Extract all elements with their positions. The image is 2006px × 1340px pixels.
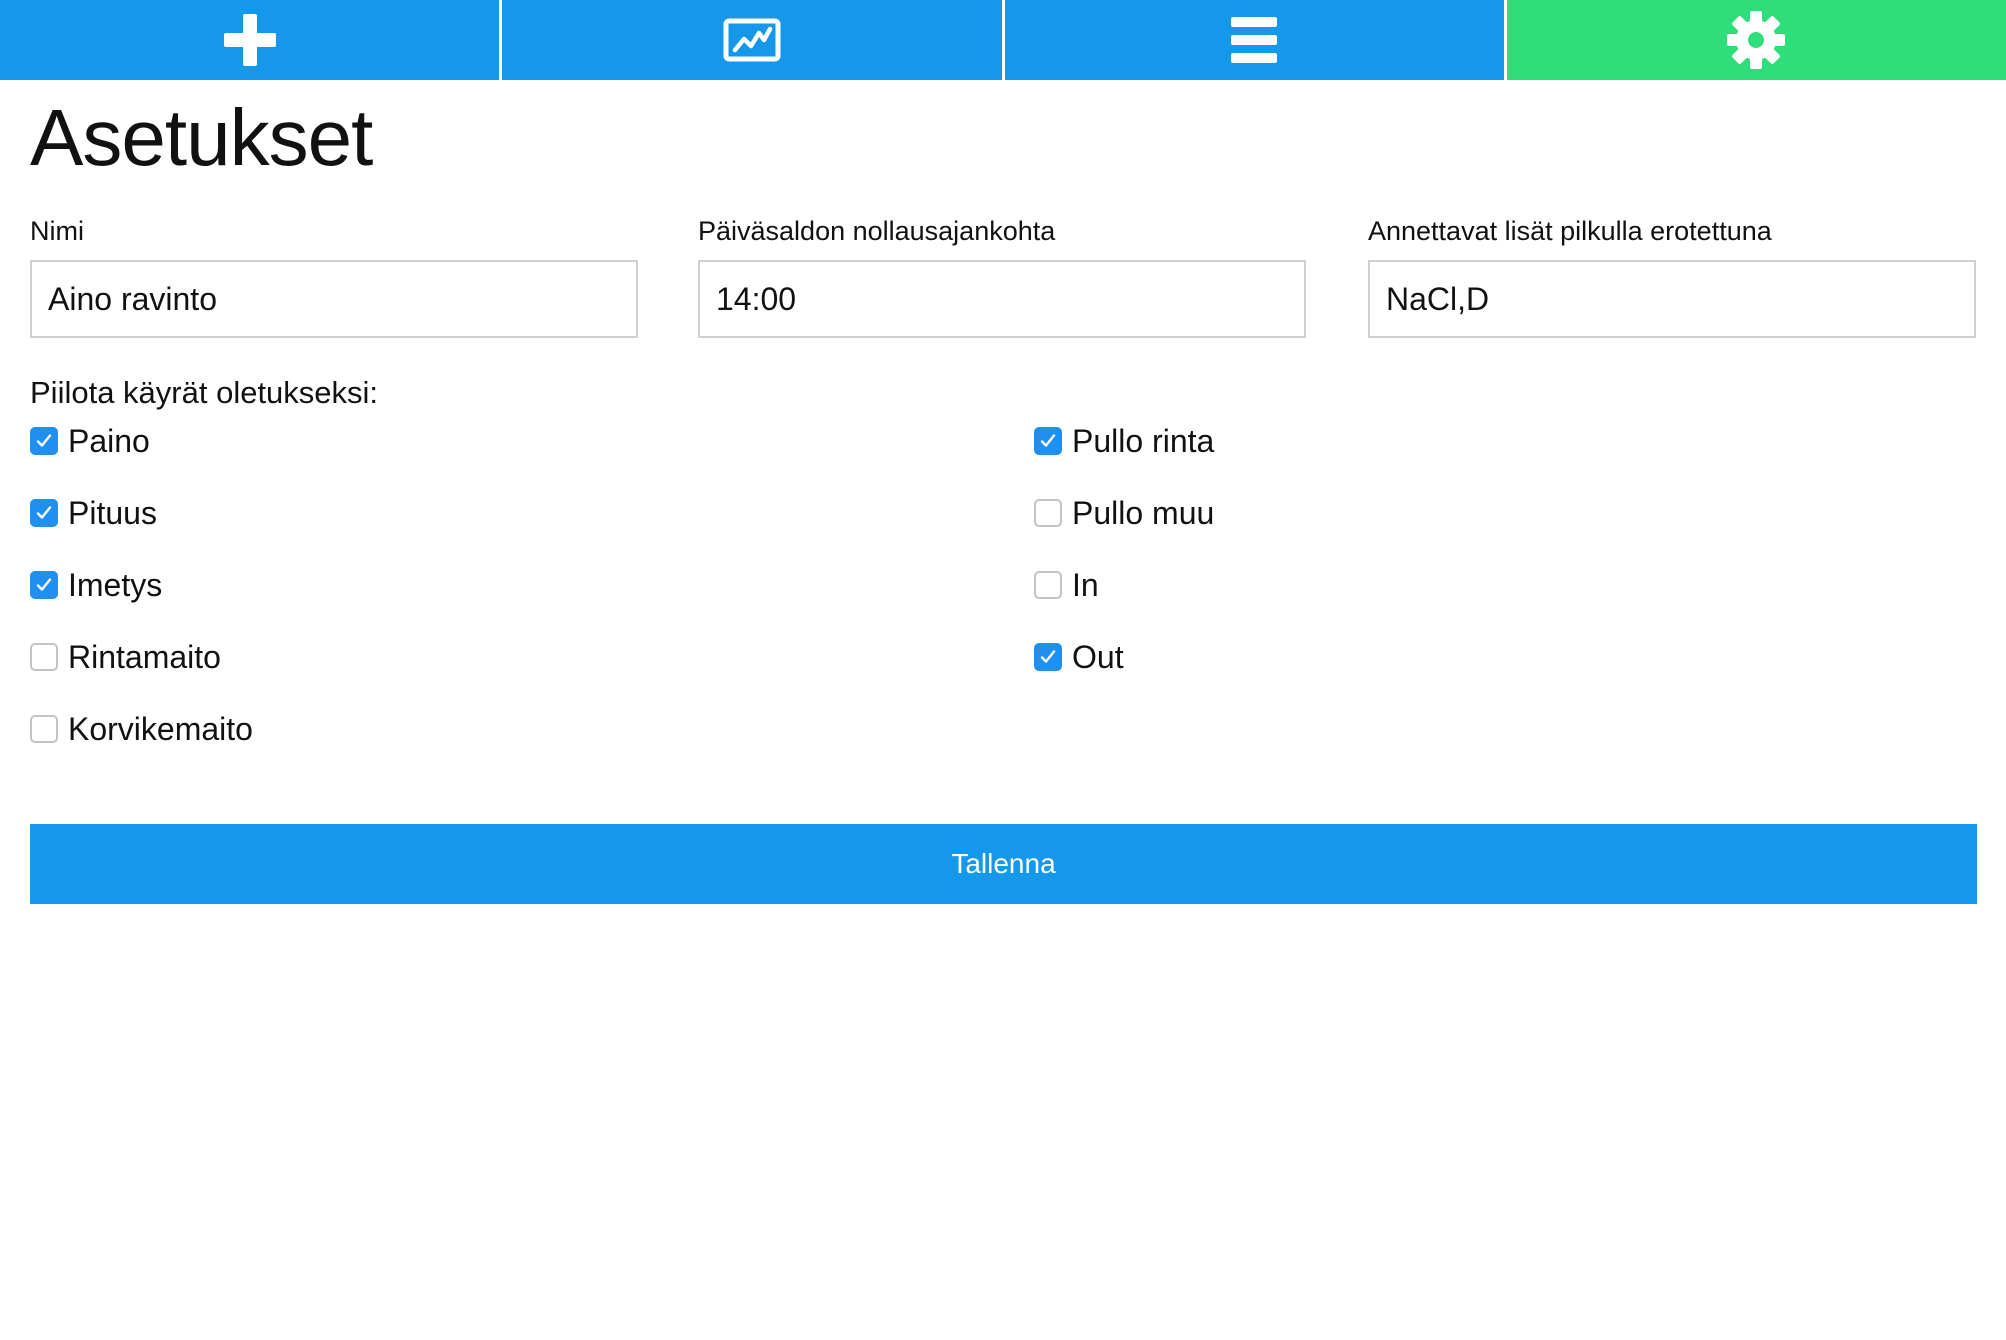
chart-icon: [723, 18, 781, 62]
checkmark-icon: [1040, 434, 1056, 447]
save-button[interactable]: Tallenna: [30, 824, 1977, 904]
checkbox-item-pullo-rinta[interactable]: Pullo rinta: [1034, 420, 1214, 462]
page-title: Asetukset: [30, 93, 373, 182]
checkmark-icon: [36, 506, 52, 519]
checkmark-icon: [36, 578, 52, 591]
reset-time-input[interactable]: [698, 260, 1306, 338]
tab-settings[interactable]: [1506, 0, 2006, 80]
supplements-input[interactable]: [1368, 260, 1976, 338]
hide-curves-left-column: Paino Pituus Imetys Rintamaito Korvikema…: [30, 420, 253, 780]
checkbox-label: Korvikemaito: [68, 711, 253, 747]
name-field-group: Nimi: [30, 212, 638, 338]
checkbox-item-paino[interactable]: Paino: [30, 420, 253, 462]
checkbox[interactable]: [30, 643, 58, 671]
tab-charts[interactable]: [502, 0, 1005, 80]
checkbox-label: Rintamaito: [68, 639, 221, 675]
checkmark-icon: [36, 434, 52, 447]
checkbox-item-pituus[interactable]: Pituus: [30, 492, 253, 534]
checkbox-label: Pullo rinta: [1072, 423, 1215, 459]
checkmark-icon: [1040, 650, 1056, 663]
list-icon: [1231, 17, 1278, 63]
name-input[interactable]: [30, 260, 638, 338]
reset-time-label: Päiväsaldon nollausajankohta: [698, 216, 1056, 246]
checkbox[interactable]: [1034, 427, 1062, 455]
checkbox-label: Pullo muu: [1072, 495, 1215, 531]
checkbox[interactable]: [1034, 499, 1062, 527]
gear-icon: [1727, 11, 1786, 69]
checkbox[interactable]: [1034, 643, 1062, 671]
checkbox[interactable]: [30, 427, 58, 455]
checkbox[interactable]: [30, 499, 58, 527]
tab-list[interactable]: [1004, 0, 1507, 80]
reset-time-field-group: Päiväsaldon nollausajankohta: [698, 212, 1306, 338]
checkbox[interactable]: [1034, 571, 1062, 599]
checkbox-item-imetys[interactable]: Imetys: [30, 564, 253, 606]
name-label: Nimi: [30, 216, 84, 246]
hide-curves-right-column: Pullo rinta Pullo muu In Out: [1034, 420, 1214, 708]
checkbox-label: In: [1072, 567, 1099, 603]
supplements-label: Annettavat lisät pilkulla erotettuna: [1368, 216, 1772, 246]
supplements-field-group: Annettavat lisät pilkulla erotettuna: [1368, 212, 1976, 338]
checkbox-label: Pituus: [68, 495, 157, 531]
settings-page: Asetukset Nimi Päiväsaldon nollausajanko…: [0, 0, 2006, 1340]
checkbox-item-out[interactable]: Out: [1034, 636, 1214, 678]
checkbox[interactable]: [30, 715, 58, 743]
plus-icon: [223, 14, 276, 66]
checkbox-label: Imetys: [68, 567, 163, 603]
checkbox-item-rintamaito[interactable]: Rintamaito: [30, 636, 253, 678]
checkbox-label: Paino: [68, 423, 150, 459]
top-navigation: [0, 0, 2006, 80]
tab-add[interactable]: [0, 0, 503, 80]
hide-curves-label: Piilota käyrät oletukseksi:: [30, 375, 379, 410]
checkbox-item-korvikemaito[interactable]: Korvikemaito: [30, 708, 253, 750]
checkbox-label: Out: [1072, 639, 1124, 675]
checkbox-item-pullo-muu[interactable]: Pullo muu: [1034, 492, 1214, 534]
checkbox[interactable]: [30, 571, 58, 599]
checkbox-item-in[interactable]: In: [1034, 564, 1214, 606]
